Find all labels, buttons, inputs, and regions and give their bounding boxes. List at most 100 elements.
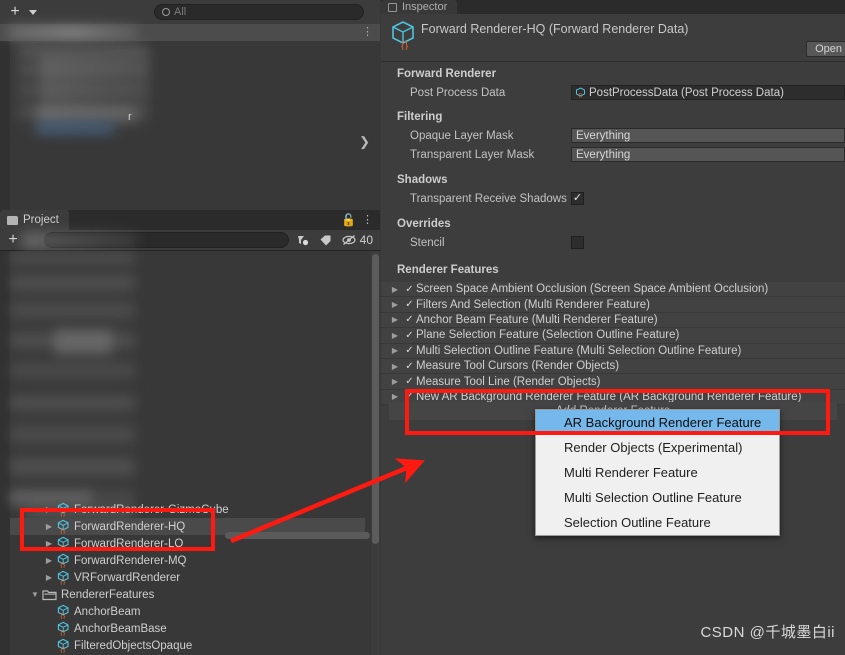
twisty-closed-icon[interactable]: ▶ [387, 300, 403, 309]
hierarchy-scene-row[interactable]: ⋮ [0, 24, 380, 41]
renderer-feature-label: Measure Tool Cursors (Render Objects) [416, 360, 620, 373]
renderer-feature-checkbox[interactable]: ✓ [403, 314, 416, 325]
twisty-closed-icon[interactable]: ▶ [387, 392, 403, 401]
menu-item-label: Multi Selection Outline Feature [564, 490, 742, 505]
project-tree-row[interactable]: ▼ RendererFeatures [10, 586, 365, 603]
project-tree-row[interactable]: · {} AnchorBeamBase [10, 620, 365, 637]
project-gutter [0, 251, 10, 655]
renderer-feature-row[interactable]: ▶ ✓ Filters And Selection (Multi Renderer … [381, 297, 845, 313]
twisty-closed-icon[interactable]: ▶ [42, 556, 56, 565]
menu-item[interactable]: Multi Renderer Feature [536, 460, 779, 485]
label-filter-glyph [320, 235, 331, 245]
chevron-down-icon[interactable] [29, 9, 37, 15]
stencil-row[interactable]: Stencil [381, 234, 845, 251]
twisty-closed-icon[interactable]: ▶ [387, 346, 403, 355]
tab-project[interactable]: Project [0, 210, 69, 230]
menu-item[interactable]: Render Objects (Experimental) [536, 435, 779, 460]
renderer-feature-checkbox[interactable]: ✓ [403, 361, 416, 372]
renderer-feature-row[interactable]: ▶ ✓ Plane Selection Feature (Selection Out… [381, 328, 845, 344]
project-filter-by-type-icon[interactable] [293, 232, 312, 249]
transparent-layer-mask-dropdown[interactable]: Everything [571, 147, 845, 162]
hierarchy-scene-menu-icon[interactable]: ⋮ [362, 27, 373, 38]
hierarchy-gutter [0, 41, 10, 210]
menu-item[interactable]: Multi Selection Outline Feature [536, 485, 779, 510]
twisty-closed-icon[interactable]: ▶ [42, 573, 56, 582]
inspector-header: {} Forward Renderer-HQ (Forward Renderer… [381, 14, 845, 62]
tab-inspector[interactable]: Inspector [381, 0, 458, 14]
renderer-feature-row[interactable]: ▶ ✓ Measure Tool Cursors (Render Objects) [381, 358, 845, 375]
twisty-open-icon[interactable]: ▼ [28, 590, 42, 599]
renderer-feature-checkbox[interactable]: ✓ [403, 284, 416, 295]
post-process-data-row[interactable]: Post Process Data {} PostProcessData (Po… [381, 84, 845, 101]
watermark-label: CSDN @千城墨白ii [700, 624, 835, 641]
post-process-data-field[interactable]: {} PostProcessData (Post Process Data) [571, 85, 845, 100]
open-button-label: Open [815, 43, 842, 55]
redacted-hierarchy-label [36, 108, 136, 120]
scriptable-asset-icon: {} [57, 604, 69, 619]
transparent-receive-shadows-row[interactable]: Transparent Receive Shadows [381, 190, 845, 207]
renderer-features-list[interactable]: ▶ ✓ Screen Space Ambient Occlusion (Screen… [381, 282, 845, 406]
eye-off-icon [342, 234, 356, 246]
opaque-layer-mask-dropdown[interactable]: Everything [571, 128, 845, 143]
renderer-feature-row[interactable]: ▶ ✓ Multi Selection Outline Feature (Multi… [381, 343, 845, 359]
hierarchy-add-button[interactable]: + [6, 3, 24, 21]
scriptable-asset-icon: {} [57, 638, 69, 653]
project-lock-icon[interactable]: 🔓 [341, 213, 362, 230]
project-filter-by-label-icon[interactable] [316, 232, 335, 249]
section-forward-renderer-header: Forward Renderer [397, 68, 497, 80]
opaque-layer-mask-row[interactable]: Opaque Layer Mask Everything [381, 127, 845, 144]
twisty-spacer: · [42, 641, 56, 650]
opaque-layer-mask-label: Opaque Layer Mask [410, 129, 514, 142]
hierarchy-partial-text: r [128, 111, 132, 123]
project-tree-row[interactable]: · {} AnchorBeam [10, 603, 365, 620]
project-tree-row[interactable]: ▶ {} VRForwardRenderer [10, 569, 365, 586]
project-tree-row-label: AnchorBeamBase [74, 622, 167, 635]
svg-text:{}: {} [60, 577, 66, 585]
project-tree-row[interactable]: ▶ {} ForwardRenderer-MQ [10, 552, 365, 569]
hierarchy-search-placeholder: All [174, 6, 187, 18]
transparent-layer-mask-row[interactable]: Transparent Layer Mask Everything [381, 146, 845, 163]
twisty-closed-icon[interactable]: ▶ [387, 331, 403, 340]
svg-text:{}: {} [578, 94, 582, 99]
renderer-feature-row[interactable]: ▶ ✓ Screen Space Ambient Occlusion (Screen… [381, 282, 845, 298]
twisty-closed-icon[interactable]: ▶ [387, 377, 403, 386]
renderer-feature-label: Measure Tool Line (Render Objects) [416, 375, 601, 388]
svg-text:{}: {} [60, 645, 66, 653]
project-add-label: + [8, 231, 18, 248]
tab-inspector-label: Inspector [402, 1, 448, 13]
hierarchy-search-input[interactable]: All [154, 4, 364, 20]
renderer-feature-checkbox[interactable]: ✓ [403, 299, 416, 310]
project-menu-icon[interactable]: ⋮ [362, 213, 380, 230]
project-toolbar: + 40 [0, 230, 380, 251]
renderer-feature-checkbox[interactable]: ✓ [403, 345, 416, 356]
menu-item[interactable]: Selection Outline Feature [536, 510, 779, 535]
stencil-checkbox[interactable] [571, 236, 584, 249]
renderer-feature-checkbox[interactable]: ✓ [403, 330, 416, 341]
twisty-closed-icon[interactable]: ▶ [387, 362, 403, 371]
hierarchy-add-label: + [10, 3, 20, 20]
twisty-closed-icon[interactable]: ▶ [387, 285, 403, 294]
transparent-layer-mask-label: Transparent Layer Mask [410, 148, 535, 161]
twisty-closed-icon[interactable]: ▶ [387, 315, 403, 324]
hierarchy-expand-chevron-icon[interactable]: ❯ [359, 134, 370, 150]
highlight-box-renderer-list [405, 389, 830, 435]
folder-icon [7, 215, 18, 225]
project-hidden-count: 40 [359, 233, 373, 247]
project-add-button[interactable]: + [4, 231, 22, 249]
menu-item-label: Multi Renderer Feature [564, 465, 698, 480]
section-filtering-header: Filtering [397, 111, 443, 123]
scriptable-object-icon: {} [392, 21, 414, 50]
renderer-feature-row[interactable]: ▶ ✓ Measure Tool Line (Render Objects) [381, 374, 845, 390]
renderer-feature-row[interactable]: ▶ ✓ Anchor Beam Feature (Multi Renderer Fe… [381, 312, 845, 329]
project-tree-row[interactable]: · {} FilteredObjectsOpaque [10, 637, 365, 654]
project-tree-row-label: ForwardRenderer-MQ [74, 554, 187, 567]
project-vertical-scrollbar[interactable] [371, 251, 380, 655]
renderer-feature-checkbox[interactable]: ✓ [403, 376, 416, 387]
hierarchy-tree[interactable]: ⋮ r ❯ [0, 24, 380, 210]
transparent-receive-shadows-checkbox[interactable] [571, 192, 584, 205]
open-button[interactable]: Open [806, 41, 845, 57]
project-tree[interactable]: ▶{} ForwardRenderer-GizmoCube ▶{} ForwardRe… [0, 251, 380, 655]
renderer-feature-label: Filters And Selection (Multi Renderer Fe… [416, 298, 650, 311]
project-visibility-toggle[interactable]: 40 [339, 232, 376, 249]
transparent-layer-mask-value: Everything [576, 148, 631, 161]
